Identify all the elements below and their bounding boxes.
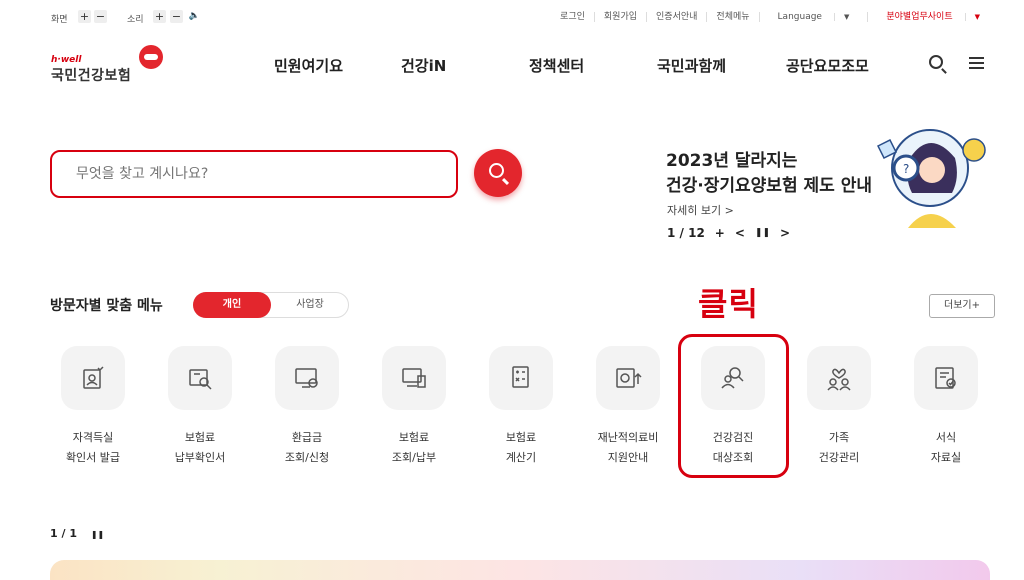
- computer-bill-icon: [402, 368, 426, 388]
- tile-label: 보험료: [398, 431, 430, 444]
- search-input[interactable]: [50, 150, 458, 198]
- click-annotation: 클릭: [698, 285, 759, 323]
- tile-forms-library[interactable]: [914, 346, 978, 410]
- banner-title-line1[interactable]: 2023년 달라지는: [666, 146, 797, 171]
- id-card-icon: [83, 366, 104, 389]
- tile-label: 재난적의료비: [597, 431, 659, 444]
- banner-pause-button[interactable]: ❚❚: [755, 226, 770, 240]
- tile-label: 조회/신청: [284, 451, 330, 464]
- signup-link[interactable]: 회원가입: [593, 12, 646, 22]
- tile-premium-payment[interactable]: [382, 346, 446, 410]
- tile-catastrophic-medical[interactable]: [596, 346, 660, 410]
- tile-label: 자격득실: [72, 431, 114, 444]
- banner-pager: 1 / 12 + < ❚❚ >: [667, 226, 790, 240]
- tile-family-health[interactable]: [807, 346, 871, 410]
- nav-with-citizens[interactable]: 국민과함께: [657, 55, 726, 76]
- certificate-guide-link[interactable]: 인증서안내: [646, 12, 706, 22]
- speaker-icon[interactable]: 🔈: [188, 10, 201, 23]
- tile-label: 건강관리: [818, 451, 860, 464]
- sound-down-button[interactable]: −: [170, 10, 183, 23]
- tile-label: 보험료: [505, 431, 537, 444]
- screen-zoom-in-button[interactable]: +: [78, 10, 91, 23]
- banner-plus-button[interactable]: +: [715, 226, 725, 240]
- tile-label: 확인서 발급: [65, 451, 121, 464]
- tile-label: 가족: [828, 431, 850, 444]
- logo-tagline[interactable]: h·well: [51, 55, 81, 65]
- tile-label: 보험료: [184, 431, 216, 444]
- nav-civil-service[interactable]: 민원여기요: [274, 55, 343, 76]
- nav-health-in[interactable]: 건강iN: [401, 55, 446, 76]
- screen-size-label: 화면: [51, 15, 68, 25]
- calculator-icon: [512, 366, 529, 388]
- tile-label: 환급금: [291, 431, 323, 444]
- language-select[interactable]: Language ▼: [758, 12, 868, 22]
- tile-premium-calculator[interactable]: [489, 346, 553, 410]
- tile-label: 지원안내: [607, 451, 649, 464]
- tile-label: 자료실: [930, 451, 962, 464]
- caret-down-icon: ▼: [964, 13, 989, 21]
- banner-more-link[interactable]: 자세히 보기 >: [667, 202, 734, 218]
- tile-label: 납부확인서: [174, 451, 226, 464]
- monitor-won-icon: [295, 368, 318, 388]
- tile-eligibility-certificate[interactable]: [61, 346, 125, 410]
- form-check-icon: [935, 367, 956, 389]
- tile-refund-inquiry[interactable]: [275, 346, 339, 410]
- bottom-page-indicator: 1 / 1: [50, 527, 77, 540]
- sound-label: 소리: [127, 15, 144, 25]
- tile-label: 조회/납부: [391, 451, 437, 464]
- screen-zoom-out-button[interactable]: −: [94, 10, 107, 23]
- search-button[interactable]: [474, 149, 522, 197]
- utility-bar: 화면 + − 소리 + − 🔈 로그인 회원가입 인증서안내 전체메뉴 Lang…: [0, 0, 1024, 36]
- banner-prev-button[interactable]: <: [735, 226, 745, 240]
- header-search-icon[interactable]: [929, 55, 943, 69]
- banner-next-button[interactable]: >: [780, 226, 790, 240]
- bottom-banner-strip[interactable]: [50, 560, 990, 580]
- click-highlight-box: [678, 334, 789, 478]
- sound-up-button[interactable]: +: [153, 10, 166, 23]
- document-search-icon: [189, 369, 212, 390]
- hamburger-menu-icon[interactable]: [969, 57, 984, 69]
- caret-down-icon: ▼: [833, 13, 859, 21]
- visitor-type-toggle: 개인 사업장: [193, 292, 349, 318]
- field-sites-select[interactable]: 분야별업무사이트 ▼: [867, 12, 998, 22]
- tile-payment-confirmation[interactable]: [168, 346, 232, 410]
- nav-about-corp[interactable]: 공단요모조모: [786, 55, 869, 76]
- banner-illustration: ?: [876, 129, 986, 228]
- logo-mark-icon[interactable]: [139, 45, 163, 69]
- tab-business[interactable]: 사업장: [272, 293, 348, 317]
- tile-label: 계산기: [505, 451, 537, 464]
- bottom-pause-button[interactable]: ❚❚: [91, 530, 104, 539]
- custom-menu-title: 방문자별 맞춤 메뉴: [50, 298, 163, 314]
- login-link[interactable]: 로그인: [551, 12, 594, 22]
- banner-title-line2[interactable]: 건강·장기요양보험 제도 안내: [666, 171, 872, 196]
- logo-text[interactable]: 국민건강보험: [51, 65, 131, 85]
- nav-policy-center[interactable]: 정책센터: [529, 55, 584, 76]
- tab-personal[interactable]: 개인: [193, 292, 271, 318]
- top-links: 로그인 회원가입 인증서안내 전체메뉴 Language ▼ 분야별업무사이트 ▼: [551, 12, 998, 22]
- bill-support-icon: [616, 368, 642, 388]
- bottom-pager: 1 / 1 ❚❚: [50, 527, 104, 540]
- more-button[interactable]: 더보기+: [929, 294, 995, 318]
- family-heart-icon: [827, 368, 851, 391]
- banner-page-indicator: 1 / 12: [667, 226, 705, 240]
- tile-label: 서식: [935, 431, 957, 444]
- svg-text:?: ?: [903, 162, 909, 176]
- search-icon: [489, 163, 504, 178]
- all-menu-link[interactable]: 전체메뉴: [706, 12, 758, 22]
